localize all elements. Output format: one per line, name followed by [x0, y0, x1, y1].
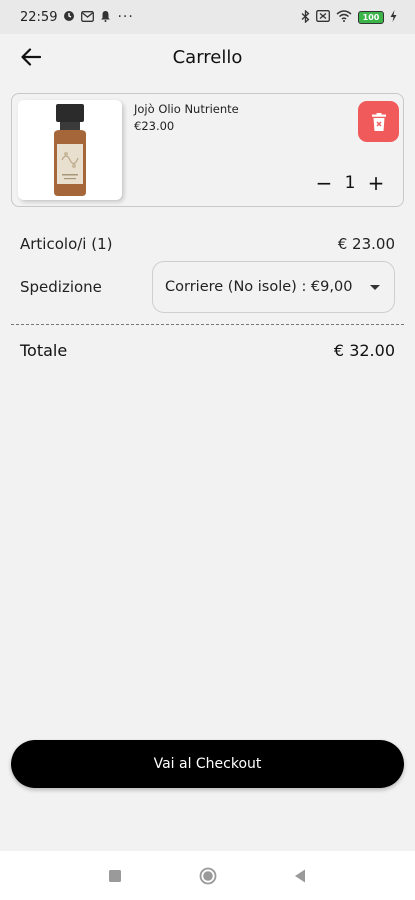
arrow-left-icon — [21, 48, 41, 66]
recents-button[interactable] — [105, 867, 125, 885]
sync-icon — [63, 10, 75, 24]
back-button[interactable] — [14, 40, 48, 74]
cart-item-card: Jojò Olio Nutriente €23.00 − 1 + — [11, 93, 404, 207]
system-nav-bar — [0, 851, 415, 900]
total-label: Totale — [20, 340, 68, 360]
items-value: € 23.00 — [337, 235, 395, 253]
back-nav-button[interactable] — [290, 867, 310, 885]
bell-icon — [100, 10, 111, 24]
home-button[interactable] — [198, 867, 218, 885]
more-icon: ··· — [117, 9, 134, 25]
shipping-selected-value: Corriere (No isole) : €9,00 — [165, 279, 353, 295]
decrement-button[interactable]: − — [310, 170, 338, 196]
items-label: Articolo/i (1) — [20, 235, 113, 253]
status-bar-left: 22:59 ··· — [20, 10, 134, 25]
dashed-divider — [11, 324, 404, 325]
trash-icon — [371, 112, 386, 131]
items-row: Articolo/i (1) € 23.00 — [20, 233, 395, 255]
total-value: € 32.00 — [333, 340, 395, 360]
delete-item-button[interactable] — [358, 101, 399, 142]
status-bar: 22:59 ··· 100 — [0, 0, 415, 34]
recents-square-icon — [109, 870, 121, 882]
charging-icon — [390, 10, 397, 24]
gmail-icon — [81, 10, 95, 24]
shipping-row: Spedizione Corriere (No isole) : €9,00 — [20, 261, 395, 313]
back-triangle-icon — [295, 869, 305, 883]
quantity-stepper: − 1 + — [310, 170, 390, 196]
status-bar-right: 100 — [301, 9, 397, 25]
shipping-label: Spedizione — [20, 278, 102, 296]
quantity-value: 1 — [344, 173, 356, 193]
battery-icon: 100 — [358, 10, 384, 24]
status-time: 22:59 — [20, 9, 58, 25]
increment-button[interactable]: + — [362, 170, 390, 196]
bluetooth-icon — [301, 9, 310, 25]
product-price: €23.00 — [134, 119, 175, 133]
app-header: Carrello — [0, 34, 415, 80]
product-name[interactable]: Jojò Olio Nutriente — [134, 102, 239, 116]
product-image[interactable] — [18, 100, 122, 200]
wifi-icon — [336, 10, 352, 24]
home-circle-icon — [199, 867, 217, 885]
checkout-button[interactable]: Vai al Checkout — [11, 740, 404, 788]
sim-icon — [316, 10, 330, 24]
product-bottle-image — [54, 104, 86, 196]
caret-down-icon — [370, 284, 380, 290]
total-row: Totale € 32.00 — [20, 338, 395, 362]
shipping-select[interactable]: Corriere (No isole) : €9,00 — [152, 261, 395, 313]
page-title: Carrello — [172, 46, 243, 68]
